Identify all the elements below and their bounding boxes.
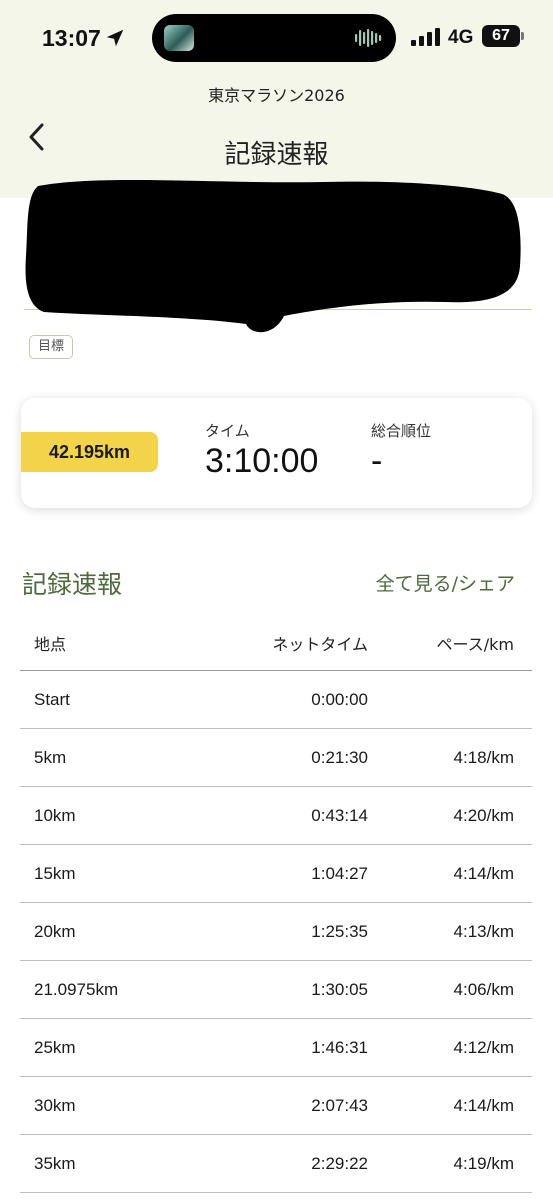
split-pace: 4:12/km [453,1037,514,1057]
split-point: 15km [34,863,76,883]
split-pace: 4:18/km [453,747,514,767]
split-point: 20km [34,921,76,941]
split-point: 25km [34,1037,76,1057]
dynamic-island[interactable] [152,14,396,62]
column-header-net-time: ネットタイム [272,634,368,654]
battery-indicator: 67 [482,25,520,47]
split-pace: 4:06/km [453,979,514,999]
overall-rank-value: - [371,442,383,480]
event-title: 東京マラソン2026 [208,86,345,105]
split-point: 10km [34,805,76,825]
table-row: 15km 1:04:27 4:14/km [20,845,532,903]
overall-rank-label: 総合順位 [371,422,432,440]
split-point: 5km [34,747,67,767]
table-row: 25km 1:46:31 4:12/km [20,1019,532,1077]
split-net-time: 0:00:00 [311,689,368,709]
now-playing-artwork [164,25,194,51]
split-net-time: 0:43:14 [311,805,368,825]
redaction-mark [25,179,521,333]
table-row: 5km 0:21:30 4:18/km [20,729,532,787]
split-net-time: 1:30:05 [311,979,368,999]
signal-bars-icon [411,28,440,46]
split-net-time: 2:29:22 [311,1153,368,1173]
status-bar: 13:07 4G 67 [0,0,553,76]
distance-badge: 42.195km [21,432,158,472]
split-pace: 4:14/km [453,1095,514,1115]
location-arrow-icon [106,29,124,47]
column-header-pace: ペース/km [436,634,514,654]
see-all-share-link[interactable]: 全て見る/シェア [376,569,515,596]
table-row: 35km 2:29:22 4:19/km [20,1135,532,1193]
split-pace: 4:20/km [453,805,514,825]
table-row: 10km 0:43:14 4:20/km [20,787,532,845]
split-point: 21.0975km [34,979,119,999]
table-row: 21.0975km 1:30:05 4:06/km [20,961,532,1019]
split-point: 35km [34,1153,76,1173]
summary-card: 42.195km タイム 3:10:00 総合順位 - [21,398,532,508]
split-net-time: 1:25:35 [311,921,368,941]
split-point: Start [34,689,70,709]
split-pace: 4:19/km [453,1153,514,1173]
split-pace: 4:13/km [453,921,514,941]
battery-tip [521,32,524,40]
time-value: 3:10:00 [205,442,319,480]
split-pace: 4:14/km [453,863,514,883]
split-point: 30km [34,1095,76,1115]
table-header: 地点 ネットタイム ペース/km [20,615,532,671]
splits-table: 地点 ネットタイム ペース/km Start 0:00:00 5km 0:21:… [20,615,532,1193]
split-net-time: 0:21:30 [311,747,368,767]
soundwave-icon [355,29,382,47]
table-row: Start 0:00:00 [20,671,532,729]
status-time: 13:07 [42,25,101,51]
table-row: 30km 2:07:43 4:14/km [20,1077,532,1135]
column-header-point: 地点 [34,634,67,654]
time-label: タイム [205,422,250,440]
goal-tag: 目標 [29,335,73,359]
split-net-time: 2:07:43 [311,1095,368,1115]
table-row: 20km 1:25:35 4:13/km [20,903,532,961]
split-net-time: 1:04:27 [311,863,368,883]
page-title: 記録速報 [224,140,329,170]
records-heading: 記録速報 [22,570,123,599]
split-net-time: 1:46:31 [311,1037,368,1057]
network-type: 4G [448,27,474,48]
